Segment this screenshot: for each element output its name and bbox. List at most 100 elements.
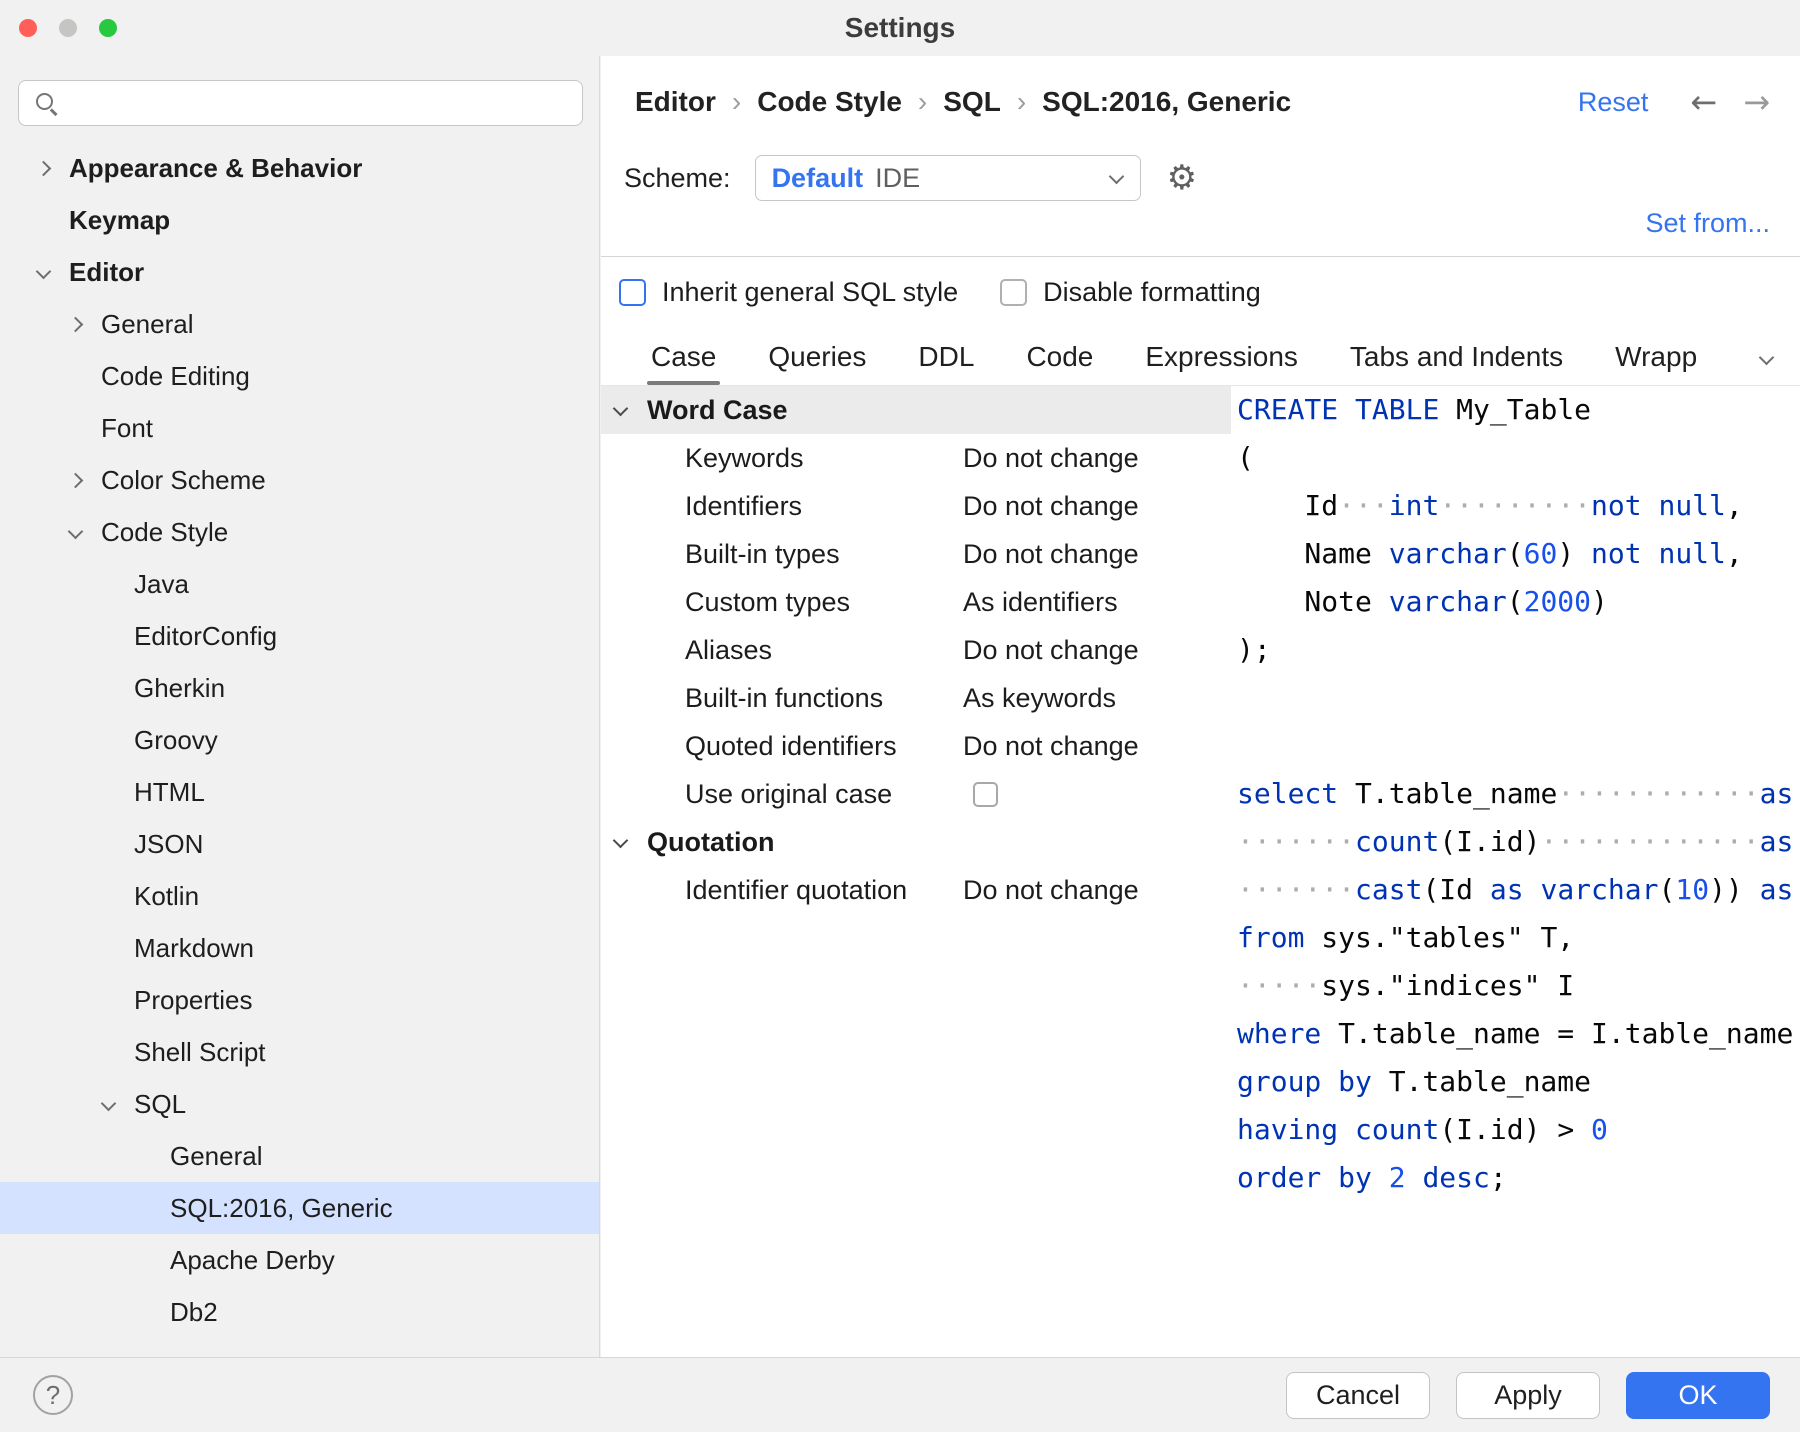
sidebar-item-appearance-behavior[interactable]: Appearance & Behavior	[0, 142, 600, 194]
tab-queries[interactable]: Queries	[742, 328, 892, 385]
gear-icon[interactable]: ⚙	[1167, 158, 1197, 198]
tab-ddl[interactable]: DDL	[892, 328, 1000, 385]
code-token-pl: Id	[1237, 489, 1338, 522]
apply-button[interactable]: Apply	[1456, 1372, 1600, 1419]
tab-wrapp[interactable]: Wrapp	[1589, 328, 1723, 385]
chevron-expanded-icon[interactable]	[36, 264, 52, 280]
sidebar-item-markdown[interactable]: Markdown	[0, 922, 600, 974]
breadcrumb-item-sql-2016-generic[interactable]: SQL:2016, Generic	[1042, 86, 1291, 118]
settings-window: Settings Appearance & Behavior Keymap Edit…	[0, 0, 1800, 1432]
scheme-select[interactable]: Default IDE	[755, 155, 1141, 201]
sidebar-item-font[interactable]: Font	[0, 402, 600, 454]
setting-row-identifier-quotation: Identifier quotationDo not change	[601, 866, 1231, 914]
code-line: Name varchar(60) not null,	[1237, 530, 1800, 578]
dropdown-built-in-types[interactable]: Do not change	[963, 539, 1139, 570]
section-header-quotation[interactable]: Quotation	[601, 818, 1231, 866]
code-token-pl	[1338, 393, 1355, 426]
sidebar-item-kotlin[interactable]: Kotlin	[0, 870, 600, 922]
sidebar-item-color-scheme[interactable]: Color Scheme	[0, 454, 600, 506]
tab-code[interactable]: Code	[1000, 328, 1119, 385]
section-header-word-case[interactable]: Word Case	[601, 386, 1231, 434]
code-line: ·······cast(Id as varchar(10)) as	[1237, 866, 1800, 914]
sidebar-item-label: SQL	[134, 1089, 186, 1120]
breadcrumb-item-code-style[interactable]: Code Style	[757, 86, 902, 118]
sidebar-item-java[interactable]: Java	[0, 558, 600, 610]
dropdown-custom-types[interactable]: As identifiers	[963, 587, 1118, 618]
sidebar-item-editorconfig[interactable]: EditorConfig	[0, 610, 600, 662]
dropdown-keywords[interactable]: Do not change	[963, 443, 1139, 474]
setting-row-custom-types: Custom typesAs identifiers	[601, 578, 1231, 626]
dropdown-identifiers[interactable]: Do not change	[963, 491, 1139, 522]
tab-expressions[interactable]: Expressions	[1119, 328, 1324, 385]
breadcrumb-item-sql[interactable]: SQL	[943, 86, 1001, 118]
code-token-num: 2	[1389, 1161, 1406, 1194]
chevron-collapsed-icon[interactable]	[68, 473, 84, 489]
chevron-expanded-icon[interactable]	[68, 524, 84, 540]
chevron-collapsed-icon[interactable]	[36, 161, 52, 177]
code-token-pl: (Id	[1422, 873, 1489, 906]
set-from-link[interactable]: Set from...	[1645, 208, 1770, 239]
settings-search-input[interactable]	[18, 80, 583, 126]
forward-arrow-icon[interactable]: →	[1743, 83, 1770, 121]
dropdown-built-in-functions[interactable]: As keywords	[963, 683, 1116, 714]
tab-strip: CaseQueriesDDLCodeExpressionsTabs and In…	[601, 328, 1800, 386]
sidebar-item-keymap[interactable]: Keymap	[0, 194, 600, 246]
sidebar-item-groovy[interactable]: Groovy	[0, 714, 600, 766]
sidebar-item-db2[interactable]: Db2	[0, 1286, 600, 1338]
breadcrumb-item-editor[interactable]: Editor	[635, 86, 716, 118]
sidebar-item-properties[interactable]: Properties	[0, 974, 600, 1026]
sidebar-item-label: Editor	[69, 257, 144, 288]
code-line: ·····sys."indices" I	[1237, 962, 1800, 1010]
tab-tabs-and-indents[interactable]: Tabs and Indents	[1324, 328, 1589, 385]
sidebar-item-label: Code Editing	[101, 361, 250, 392]
dropdown-identifier-quotation[interactable]: Do not change	[963, 875, 1139, 906]
back-arrow-icon[interactable]: ←	[1690, 83, 1717, 121]
code-token-kw: varchar	[1540, 873, 1658, 906]
sidebar-item-code-editing[interactable]: Code Editing	[0, 350, 600, 402]
sidebar-item-sql-2016-generic[interactable]: SQL:2016, Generic	[0, 1182, 600, 1234]
sidebar-item-general[interactable]: General	[0, 298, 600, 350]
inherit-general-sql-style-checkbox[interactable]	[619, 279, 646, 306]
sidebar-item-gherkin[interactable]: Gherkin	[0, 662, 600, 714]
title-bar: Settings	[0, 0, 1800, 56]
sidebar-item-code-style[interactable]: Code Style	[0, 506, 600, 558]
cancel-button[interactable]: Cancel	[1286, 1372, 1430, 1419]
code-token-pl	[1524, 873, 1541, 906]
code-token-kw: as	[1760, 873, 1794, 906]
code-token-kw: varchar	[1389, 537, 1507, 570]
checkbox-use-original-case[interactable]	[973, 782, 998, 807]
ok-button[interactable]: OK	[1626, 1372, 1770, 1419]
sidebar-item-label: Java	[134, 569, 189, 600]
tab-case[interactable]: Case	[625, 328, 742, 385]
tabs-overflow-chevron-icon[interactable]	[1759, 350, 1775, 366]
sidebar-item-html[interactable]: HTML	[0, 766, 600, 818]
scheme-row: Scheme: Default IDE ⚙	[624, 154, 1197, 202]
sidebar-item-editor[interactable]: Editor	[0, 246, 600, 298]
chevron-expanded-icon[interactable]	[613, 401, 629, 417]
code-token-dot: ·········	[1439, 489, 1591, 522]
reset-button[interactable]: Reset	[1578, 87, 1649, 118]
sidebar-item-label: Appearance & Behavior	[69, 153, 362, 184]
sidebar-item-label: Code Style	[101, 517, 228, 548]
dropdown-aliases[interactable]: Do not change	[963, 635, 1139, 666]
sidebar-item-json[interactable]: JSON	[0, 818, 600, 870]
sidebar-item-general[interactable]: General	[0, 1130, 600, 1182]
sidebar-item-sql[interactable]: SQL	[0, 1078, 600, 1130]
sidebar-item-label: JSON	[134, 829, 203, 860]
chevron-collapsed-icon[interactable]	[68, 317, 84, 333]
code-token-pl: sys."indices" I	[1321, 969, 1574, 1002]
code-token-kw: having	[1237, 1113, 1338, 1146]
code-line: ·······count(I.id)·············as	[1237, 818, 1800, 866]
setting-label: Quoted identifiers	[685, 731, 897, 762]
code-token-pl: Name	[1237, 537, 1389, 570]
sidebar-item-shell-script[interactable]: Shell Script	[0, 1026, 600, 1078]
chevron-expanded-icon[interactable]	[101, 1096, 117, 1112]
help-button[interactable]: ?	[33, 1375, 73, 1415]
sidebar-item-apache-derby[interactable]: Apache Derby	[0, 1234, 600, 1286]
disable-formatting-checkbox[interactable]	[1000, 279, 1027, 306]
section-title: Quotation	[647, 827, 774, 858]
dropdown-quoted-identifiers[interactable]: Do not change	[963, 731, 1139, 762]
code-token-kw: as	[1760, 825, 1794, 858]
chevron-expanded-icon[interactable]	[613, 833, 629, 849]
sidebar-item-label: General	[170, 1141, 263, 1172]
